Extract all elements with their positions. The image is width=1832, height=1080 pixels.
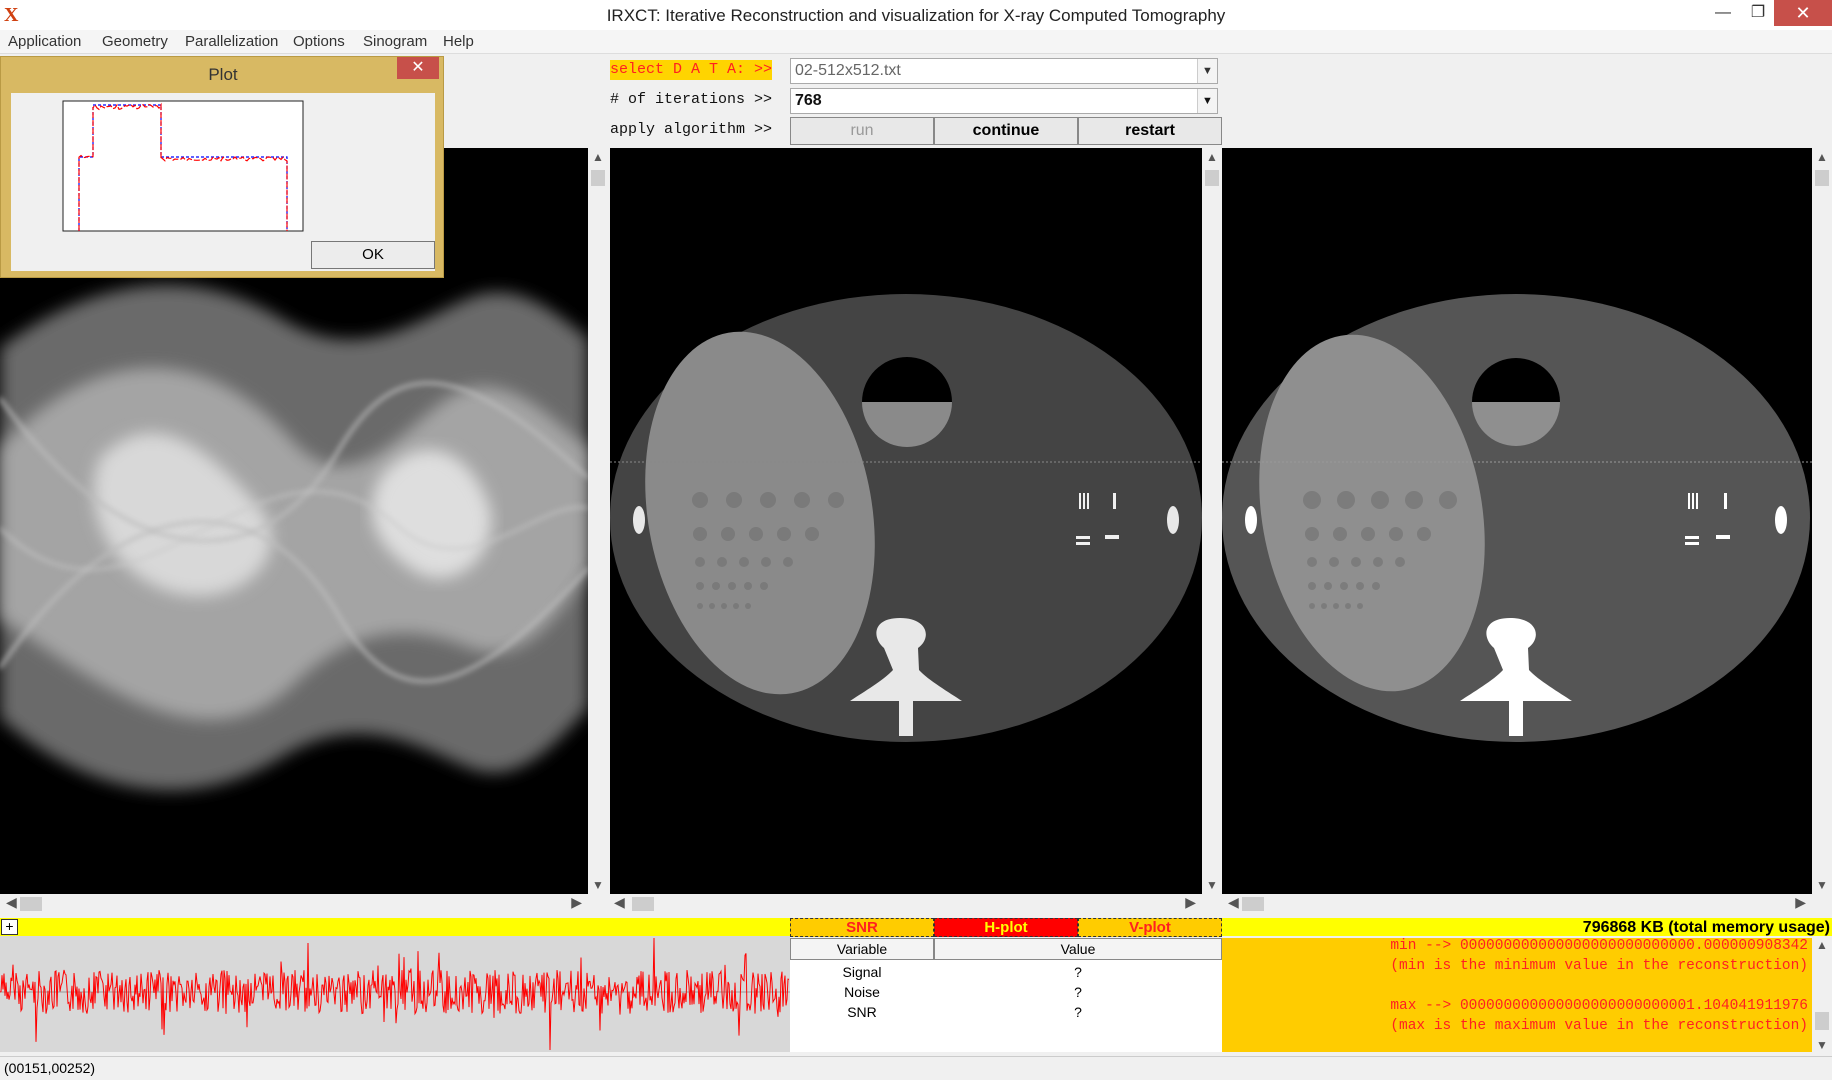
menu-application[interactable]: Application [8, 33, 81, 50]
table-cell-value: ? [1074, 984, 1082, 1000]
plot-dialog-body: OK [11, 93, 435, 271]
run-button[interactable]: run [790, 117, 934, 145]
status-bar: (00151,00252) [0, 1056, 1832, 1080]
tab-snr[interactable]: SNR [790, 918, 934, 937]
phantom-horizontal-scrollbar[interactable]: ◀ ▶ [1222, 894, 1812, 914]
reference-phantom-view[interactable] [1222, 148, 1812, 894]
menu-bar: Application Geometry Parallelization Opt… [0, 30, 1832, 54]
table-header-variable: Variable [790, 938, 934, 960]
table-cell-value: ? [1074, 1004, 1082, 1020]
noise-signal-chart [0, 937, 790, 1051]
memory-usage-label: 796868 KB (total memory usage) [1582, 919, 1830, 936]
menu-options[interactable]: Options [293, 33, 345, 50]
table-cell-variable: Noise [844, 984, 880, 1000]
window-title: IRXCT: Iterative Reconstruction and visu… [606, 6, 1226, 25]
plot-close-button[interactable]: ✕ [397, 57, 439, 79]
chevron-down-icon[interactable]: ▼ [1197, 59, 1217, 83]
cursor-coordinates: (00151,00252) [4, 1060, 96, 1076]
restart-button[interactable]: restart [1078, 117, 1222, 145]
data-file-select[interactable]: 02-512x512.txt ▼ [790, 58, 1218, 84]
reconstruction-view[interactable] [610, 148, 1202, 894]
menu-parallelization[interactable]: Parallelization [185, 33, 278, 50]
chevron-down-icon[interactable]: ▼ [1197, 89, 1217, 113]
phantom-vertical-scrollbar[interactable]: ▲ ▼ [1812, 148, 1832, 894]
console-max-line: max --> 000000000000000000000000001.1040… [1390, 998, 1808, 1014]
h-plot-signal [0, 936, 790, 1052]
plot-dialog: Plot ✕ OK [0, 56, 444, 278]
reconstruction-image [610, 294, 1202, 742]
reconstruction-vertical-scrollbar[interactable]: ▲ ▼ [1202, 148, 1222, 894]
plot-dialog-title: Plot [208, 65, 238, 84]
apply-algorithm-label: apply algorithm >> [610, 121, 773, 138]
console-min-line: min --> 000000000000000000000000000.0000… [1390, 938, 1808, 954]
tab-h-plot[interactable]: H-plot [934, 918, 1078, 937]
title-bar: X IRXCT: Iterative Reconstruction and vi… [0, 0, 1832, 30]
snr-table: Variable Value Signal ? Noise ? SNR ? [790, 938, 1222, 1052]
table-header-value: Value [934, 938, 1222, 960]
menu-help[interactable]: Help [443, 33, 474, 50]
menu-geometry[interactable]: Geometry [102, 33, 168, 50]
table-cell-value: ? [1074, 964, 1082, 980]
phantom-image [1222, 294, 1812, 742]
iterations-value: 768 [795, 92, 822, 109]
console-max-note: (max is the maximum value in the reconst… [1390, 1018, 1808, 1034]
ok-button[interactable]: OK [311, 241, 435, 269]
table-cell-variable: Signal [842, 964, 882, 980]
expand-button[interactable]: + [1, 919, 18, 935]
reconstruction-console: min --> 000000000000000000000000000.0000… [1222, 938, 1812, 1052]
sinogram-vertical-scrollbar[interactable]: ▲ ▼ [588, 148, 608, 894]
close-button[interactable]: ✕ [1774, 0, 1832, 26]
iterations-label: # of iterations >> [610, 91, 773, 108]
data-file-value: 02-512x512.txt [795, 62, 901, 79]
select-data-label: select D A T A: >> [610, 60, 773, 80]
console-min-note: (min is the minimum value in the reconst… [1390, 958, 1808, 974]
reconstruction-horizontal-scrollbar[interactable]: ◀ ▶ [610, 894, 1202, 914]
table-cell-variable: SNR [847, 1004, 877, 1020]
console-vertical-scrollbar[interactable]: ▲ ▼ [1812, 938, 1832, 1052]
profile-plot [62, 100, 304, 232]
continue-button[interactable]: continue [934, 117, 1078, 145]
tab-v-plot[interactable]: V-plot [1078, 918, 1222, 937]
iterations-select[interactable]: 768 ▼ [790, 88, 1218, 114]
menu-sinogram[interactable]: Sinogram [363, 33, 427, 50]
sinogram-horizontal-scrollbar[interactable]: ◀ ▶ [0, 894, 588, 914]
